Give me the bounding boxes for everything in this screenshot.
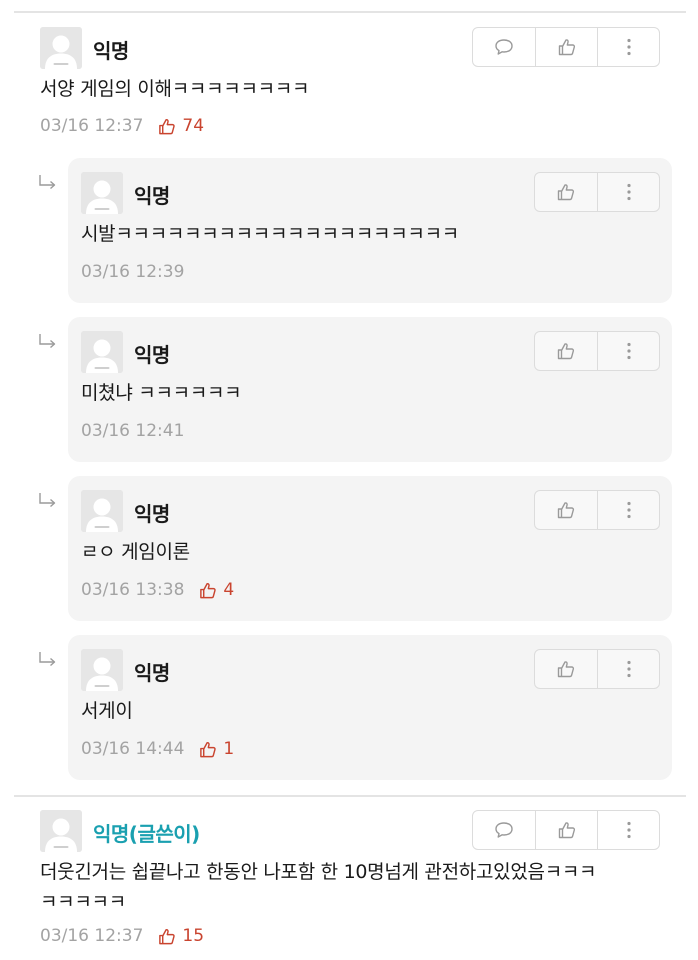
like-icon — [198, 581, 223, 600]
comment-text-line: 서양 게임의 이해ㅋㅋㅋㅋㅋㅋㅋㅋ — [40, 78, 310, 100]
like-count-value: 1 — [223, 739, 235, 759]
like-count-value: 4 — [223, 580, 235, 600]
comment-actions — [534, 172, 660, 212]
comment-meta: 03/16 13:38 4 — [81, 580, 234, 600]
avatar — [81, 490, 123, 532]
comment-timestamp: 03/16 12:37 — [40, 116, 144, 136]
comment-actions — [472, 810, 660, 850]
more-options-button[interactable] — [597, 332, 659, 370]
comment-meta: 03/16 14:44 1 — [81, 739, 234, 759]
comment-timestamp: 03/16 13:38 — [81, 580, 185, 600]
comment-text-line: 미쳤냐 ㅋㅋㅋㅋㅋㅋ — [81, 382, 242, 404]
comment-text-line: 더웃긴거는 쉽끝나고 한동안 나포함 한 10명넘게 관전하고있었음ㅋㅋㅋ — [40, 861, 597, 883]
comment-actions — [534, 331, 660, 371]
comment-text-line: 서게이 — [81, 700, 133, 722]
more-options-button[interactable] — [597, 650, 659, 688]
comment-text-line: 시발ㅋㅋㅋㅋㅋㅋㅋㅋㅋㅋㅋㅋㅋㅋㅋㅋㅋㅋㅋㅋ — [81, 223, 459, 245]
thumbs-up-icon — [556, 182, 576, 202]
speech-bubble-icon — [494, 821, 514, 839]
speech-bubble-icon — [494, 38, 514, 56]
comment-timestamp: 03/16 14:44 — [81, 739, 185, 759]
comment-author: 익명 — [93, 39, 129, 63]
like-count-value: 74 — [182, 116, 205, 136]
more-options-button[interactable] — [597, 811, 659, 849]
like-button[interactable] — [535, 173, 597, 211]
like-icon — [198, 740, 223, 759]
top-divider — [14, 11, 686, 13]
comment-author: 익명 — [134, 184, 170, 208]
thumbs-up-icon — [556, 659, 576, 679]
like-icon — [157, 117, 182, 136]
comment-meta: 03/16 12:39 — [81, 262, 184, 282]
like-button[interactable] — [535, 811, 597, 849]
like-button[interactable] — [535, 650, 597, 688]
section-divider — [14, 795, 686, 797]
comment-text-line: ㅋㅋㅋㅋㅋ — [40, 891, 126, 913]
comment: 익명(글쓴이) 더웃긴거는 쉽끝나고 한동안 나포함 한 10명넘게 관전하고있… — [0, 810, 698, 955]
reply-arrow-icon — [38, 651, 58, 667]
comment-text: 서게이 — [81, 696, 133, 726]
like-count: 15 — [157, 926, 204, 946]
comment-timestamp: 03/16 12:37 — [40, 926, 144, 946]
comment-text: ㄹㅇ 게임이론 — [81, 537, 190, 567]
comment-actions — [472, 27, 660, 67]
comment-text: 미쳤냐 ㅋㅋㅋㅋㅋㅋ — [81, 378, 242, 408]
comment-timestamp: 03/16 12:41 — [81, 421, 185, 441]
reply-arrow-icon — [38, 333, 58, 349]
thumbs-up-icon — [557, 37, 577, 57]
more-options-button[interactable] — [597, 173, 659, 211]
thumbs-up-icon — [557, 820, 577, 840]
like-button[interactable] — [535, 28, 597, 66]
comment-meta: 03/16 12:37 15 — [40, 926, 204, 946]
more-options-button[interactable] — [597, 491, 659, 529]
like-button[interactable] — [535, 491, 597, 529]
comment-author: 익명 — [134, 502, 170, 526]
comment-text: 더웃긴거는 쉽끝나고 한동안 나포함 한 10명넘게 관전하고있었음ㅋㅋㅋ ㅋㅋ… — [40, 857, 597, 917]
more-vertical-icon — [626, 659, 632, 679]
reply-arrow-icon — [38, 492, 58, 508]
comment-actions — [534, 490, 660, 530]
avatar — [81, 172, 123, 214]
reply-comment: 익명 서게이 03/16 14:44 1 — [39, 635, 672, 780]
avatar — [81, 649, 123, 691]
comment: 익명 서양 게임의 이해ㅋㅋㅋㅋㅋㅋㅋㅋ 03/16 12:37 74 — [0, 27, 698, 157]
more-options-button[interactable] — [597, 28, 659, 66]
comment-meta: 03/16 12:41 — [81, 421, 184, 441]
avatar — [40, 27, 82, 69]
avatar — [81, 331, 123, 373]
comment-timestamp: 03/16 12:39 — [81, 262, 185, 282]
comment-author: 익명(글쓴이) — [93, 822, 200, 846]
more-vertical-icon — [626, 341, 632, 361]
like-count: 4 — [198, 580, 234, 600]
reply-comment: 익명 ㄹㅇ 게임이론 03/16 13:38 4 — [39, 476, 672, 621]
like-icon — [157, 927, 182, 946]
like-count: 74 — [157, 116, 204, 136]
comment-text: 시발ㅋㅋㅋㅋㅋㅋㅋㅋㅋㅋㅋㅋㅋㅋㅋㅋㅋㅋㅋㅋ — [81, 219, 459, 249]
comment-author: 익명 — [134, 343, 170, 367]
avatar — [40, 810, 82, 852]
more-vertical-icon — [626, 182, 632, 202]
reply-button[interactable] — [473, 28, 535, 66]
thumbs-up-icon — [556, 500, 576, 520]
thumbs-up-icon — [556, 341, 576, 361]
like-count-value: 15 — [182, 926, 205, 946]
more-vertical-icon — [626, 500, 632, 520]
like-count: 1 — [198, 739, 234, 759]
comment-meta: 03/16 12:37 74 — [40, 116, 204, 136]
reply-button[interactable] — [473, 811, 535, 849]
reply-comment: 익명 시발ㅋㅋㅋㅋㅋㅋㅋㅋㅋㅋㅋㅋㅋㅋㅋㅋㅋㅋㅋㅋ 03/16 12:39 — [39, 158, 672, 303]
reply-comment: 익명 미쳤냐 ㅋㅋㅋㅋㅋㅋ 03/16 12:41 — [39, 317, 672, 462]
more-vertical-icon — [626, 37, 632, 57]
like-button[interactable] — [535, 332, 597, 370]
comment-text: 서양 게임의 이해ㅋㅋㅋㅋㅋㅋㅋㅋ — [40, 74, 309, 104]
comment-actions — [534, 649, 660, 689]
reply-arrow-icon — [38, 174, 58, 190]
more-vertical-icon — [626, 820, 632, 840]
comment-text-line: ㄹㅇ 게임이론 — [81, 541, 190, 563]
comment-author: 익명 — [134, 661, 170, 685]
